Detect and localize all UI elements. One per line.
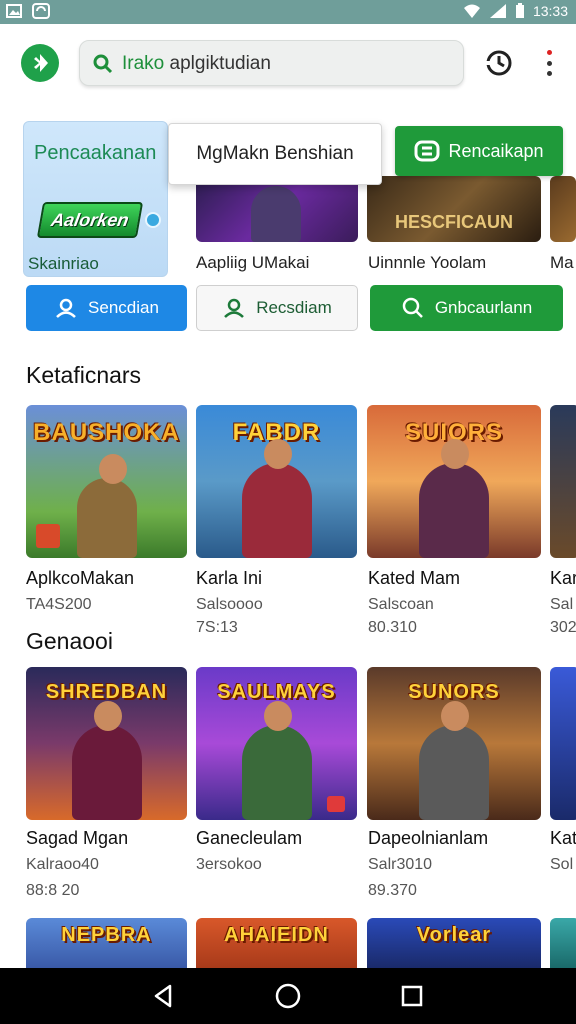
- history-icon[interactable]: [484, 48, 514, 78]
- user-link-icon: [56, 298, 76, 318]
- game-meta-secondary: 88:8 20: [26, 882, 80, 899]
- user-icon: [224, 298, 245, 318]
- game-thumbnail[interactable]: AHAIEIDN: [196, 918, 357, 968]
- game-meta: 3ersokoo: [196, 856, 262, 873]
- mini-game-label: Ma: [550, 253, 574, 272]
- game-meta-secondary: 89.370: [368, 882, 417, 899]
- system-nav-bar: [0, 968, 576, 1024]
- featured-card-subtitle: Skainriao: [28, 254, 99, 273]
- game-meta: Salr3010: [368, 856, 433, 873]
- action-button-primary[interactable]: Sencdian: [26, 285, 187, 331]
- status-bar: 13:33: [0, 0, 576, 24]
- game-meta-secondary: 302: [550, 619, 576, 636]
- game-thumbnail[interactable]: BAUSHOKA: [26, 405, 187, 558]
- game-thumbnail[interactable]: SUIORS: [367, 405, 541, 558]
- app-logo-icon[interactable]: [21, 44, 59, 82]
- game-meta-secondary: 80.310: [368, 619, 417, 636]
- game-title[interactable]: Sagad Mgan: [26, 828, 128, 849]
- search-icon: [402, 297, 423, 318]
- game-title[interactable]: Kar: [550, 568, 576, 589]
- search-icon: [93, 54, 113, 74]
- game-meta: Kalraoo40: [26, 856, 99, 873]
- section-title: Genaooi: [26, 628, 113, 654]
- game-meta: Salscoan: [368, 596, 434, 613]
- game-thumbnail[interactable]: SHREDBAN: [26, 667, 187, 820]
- recents-icon[interactable]: [398, 982, 426, 1010]
- status-time: 13:33: [532, 3, 568, 19]
- sync-icon: [32, 3, 50, 19]
- game-thumbnail[interactable]: SUNORS: [367, 667, 541, 820]
- more-options-icon[interactable]: [538, 46, 560, 80]
- game-title[interactable]: Kated Mam: [368, 568, 460, 589]
- game-meta: TA4S200: [26, 596, 92, 613]
- mini-game-label: Aapliig UMakai: [196, 253, 310, 272]
- featured-card-title: Pencaakanan: [34, 142, 157, 164]
- featured-card[interactable]: Pencaakanan Aalorken Skainriao: [23, 121, 168, 277]
- action-button-secondary[interactable]: Recsdiam: [196, 285, 358, 331]
- game-meta: Salsoooo: [196, 596, 263, 613]
- game-thumbnail[interactable]: Vorlear: [367, 918, 541, 968]
- game-meta: Sal: [550, 596, 574, 613]
- game-title[interactable]: Ganecleulam: [196, 828, 302, 849]
- game-title[interactable]: Dapeolnianlam: [368, 828, 488, 849]
- photo-icon: [6, 4, 22, 18]
- mini-game-thumb[interactable]: [196, 176, 358, 242]
- mini-game-label: Uinnnle Yoolam: [368, 253, 487, 272]
- wifi-icon: [463, 4, 480, 18]
- mini-game-thumb[interactable]: [550, 176, 576, 242]
- game-thumbnail[interactable]: [550, 918, 576, 968]
- search-bar[interactable]: Irako aplgiktudian: [79, 40, 464, 86]
- back-icon[interactable]: [150, 982, 178, 1010]
- battery-icon: [515, 3, 524, 18]
- game-thumbnail[interactable]: NEPBRA: [26, 918, 187, 968]
- home-icon[interactable]: [274, 982, 302, 1010]
- search-input[interactable]: Irako aplgiktudian: [122, 53, 271, 75]
- game-thumbnail[interactable]: [550, 667, 576, 820]
- game-title[interactable]: AplkcoMakan: [26, 568, 134, 589]
- game-thumbnail[interactable]: SAULMAYS: [196, 667, 357, 820]
- game-thumbnail[interactable]: [550, 405, 576, 558]
- recommend-button[interactable]: Rencaikapn: [395, 126, 563, 176]
- featured-game-logo: Aalorken: [36, 202, 144, 238]
- game-meta: Sol: [550, 856, 574, 873]
- game-meta-secondary: 7S:13: [196, 619, 238, 636]
- section-title: Ketaficnars: [26, 362, 142, 388]
- signal-icon: [489, 4, 506, 18]
- app-bar: Irako aplgiktudian: [0, 24, 576, 108]
- game-title[interactable]: Kat: [550, 828, 576, 849]
- verified-badge-icon: [145, 212, 161, 228]
- game-title[interactable]: Karla Ini: [196, 568, 262, 589]
- game-thumbnail[interactable]: FABDR: [196, 405, 357, 558]
- mini-game-thumb[interactable]: HESCFICAUN: [367, 176, 541, 242]
- action-button-search[interactable]: Gnbcaurlann: [370, 285, 563, 331]
- swap-icon: [414, 140, 440, 162]
- featured-popup-button[interactable]: MgMakn Benshian: [168, 123, 382, 185]
